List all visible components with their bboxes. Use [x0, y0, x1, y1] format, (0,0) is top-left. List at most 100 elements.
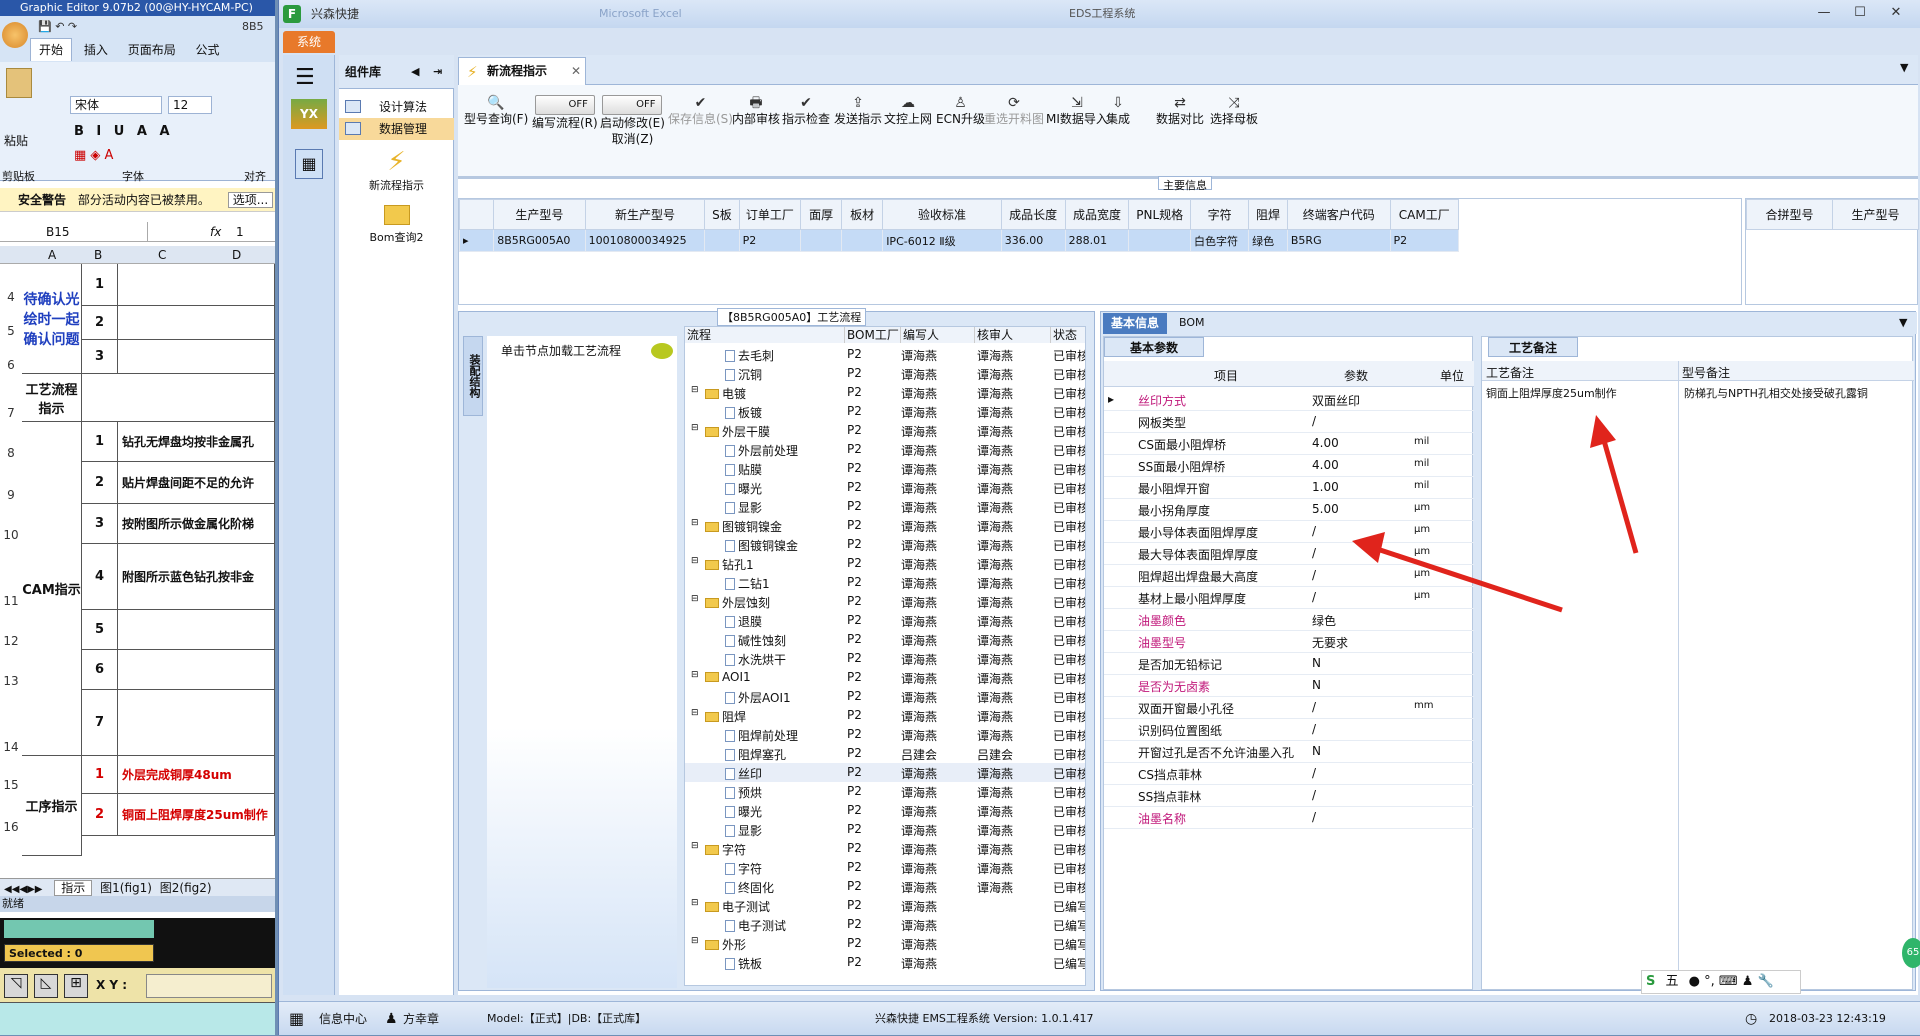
- toolbar-button[interactable]: OFF 启动修改(E) 取消(Z): [600, 95, 665, 147]
- flow-row[interactable]: 电子测试 P2 谭海燕 已编写: [685, 915, 1085, 934]
- flow-row[interactable]: 外层前处理 P2 谭海燕 谭海燕 已审核: [685, 440, 1085, 459]
- collapse-icon[interactable]: ◀: [411, 55, 419, 89]
- pin-icon[interactable]: ⇥: [433, 55, 442, 89]
- row-number[interactable]: 11: [0, 594, 22, 608]
- collapse-toggle-icon[interactable]: ⊟: [691, 385, 699, 395]
- doc-tab-new-flow[interactable]: ⚡ 新流程指示 ✕: [458, 57, 586, 85]
- flow-row[interactable]: 电子测试 ⊟ P2 谭海燕 已编写: [685, 896, 1085, 915]
- close-icon[interactable]: ✕: [1883, 4, 1909, 22]
- flow-row[interactable]: 二钻1 P2 谭海燕 谭海燕 已审核: [685, 573, 1085, 592]
- collapse-toggle-icon[interactable]: ⊟: [691, 708, 699, 718]
- param-row[interactable]: SS挡点菲林 /: [1104, 785, 1474, 807]
- flow-row[interactable]: 显影 P2 谭海燕 谭海燕 已审核: [685, 497, 1085, 516]
- row-number[interactable]: 16: [0, 820, 22, 834]
- tool-icon-2[interactable]: ◺: [34, 974, 58, 998]
- chat-bubble-icon[interactable]: [651, 343, 673, 359]
- toolbar-sublabel[interactable]: 取消(Z): [600, 131, 665, 147]
- row-number[interactable]: 9: [0, 488, 22, 502]
- sheet-cell[interactable]: 1: [82, 756, 118, 794]
- calculator-icon[interactable]: ▦: [295, 149, 323, 179]
- flow-col-header[interactable]: BOM工厂: [845, 327, 901, 343]
- flow-row[interactable]: 板镀 P2 谭海燕 谭海燕 已审核: [685, 402, 1085, 421]
- toggle-switch[interactable]: OFF: [534, 95, 595, 115]
- sheet-cell[interactable]: 外层完成铜厚48um: [118, 756, 275, 794]
- sheet-cell[interactable]: 6: [82, 650, 118, 690]
- row-number[interactable]: 4: [0, 290, 22, 304]
- flow-row[interactable]: 退膜 P2 谭海燕 谭海燕 已审核: [685, 611, 1085, 630]
- param-row[interactable]: 双面开窗最小孔径 / mm: [1104, 697, 1474, 719]
- param-row[interactable]: SS面最小阻焊桥 4.00 mil: [1104, 455, 1474, 477]
- row-number[interactable]: 12: [0, 634, 22, 648]
- param-value[interactable]: 绿色: [1312, 612, 1336, 629]
- row-number[interactable]: 8: [0, 446, 22, 460]
- grid-icon[interactable]: ▦: [289, 1002, 304, 1036]
- sheet-cell[interactable]: 3: [82, 504, 118, 544]
- flow-row[interactable]: 图镀铜镍金 ⊟ P2 谭海燕 谭海燕 已审核: [685, 516, 1085, 535]
- sheet-cell[interactable]: 2: [82, 306, 118, 340]
- new-flow-shortcut[interactable]: ⚡ 新流程指示: [339, 147, 454, 193]
- col-d[interactable]: D: [232, 248, 241, 262]
- quick-access-icons[interactable]: 💾 ↶ ↷: [38, 20, 77, 33]
- sheet-cell[interactable]: 附图所示蓝色钻孔按非金: [118, 544, 275, 610]
- param-row[interactable]: 油墨颜色 绿色: [1104, 609, 1474, 631]
- param-value[interactable]: 1.00: [1312, 480, 1339, 494]
- name-box[interactable]: B15: [0, 222, 148, 242]
- main-cell[interactable]: IPC-6012 Ⅱ级: [882, 229, 1002, 252]
- main-col-header[interactable]: 板材: [841, 199, 884, 230]
- sheet-cell[interactable]: [118, 264, 275, 306]
- main-col-header[interactable]: 订单工厂: [738, 199, 802, 230]
- tab-bom[interactable]: BOM: [1179, 316, 1205, 329]
- toolbar-button[interactable]: ♙ ECN升级: [936, 95, 985, 127]
- main-cell[interactable]: [704, 229, 740, 252]
- param-value[interactable]: /: [1312, 788, 1316, 802]
- param-value[interactable]: /: [1312, 546, 1316, 560]
- model-remark-text[interactable]: 防梯孔与NPTH孔相交处接受破孔露铜: [1684, 385, 1868, 401]
- process-remark-text[interactable]: 铜面上阻焊厚度25um制作: [1486, 385, 1617, 401]
- param-value[interactable]: N: [1312, 678, 1321, 692]
- tab-insert[interactable]: 插入: [76, 39, 116, 61]
- comp-item-data[interactable]: 数据管理: [339, 118, 454, 140]
- sheet-cell[interactable]: 工艺流程指示: [22, 374, 82, 422]
- sheet-cell[interactable]: [82, 374, 275, 422]
- collapse-toggle-icon[interactable]: ⊟: [691, 841, 699, 851]
- main-col-header[interactable]: PNL规格: [1128, 199, 1191, 230]
- flow-row[interactable]: 图镀铜镍金 P2 谭海燕 谭海燕 已审核: [685, 535, 1085, 554]
- sheet-cell[interactable]: [118, 340, 275, 374]
- menu-icon[interactable]: ☰: [295, 65, 315, 90]
- flow-row[interactable]: 外层干膜 ⊟ P2 谭海燕 谭海燕 已审核: [685, 421, 1085, 440]
- info-dropdown-icon[interactable]: ▼: [1899, 316, 1907, 329]
- col-item[interactable]: 项目: [1214, 367, 1238, 384]
- col-b[interactable]: B: [94, 248, 102, 262]
- main-cell[interactable]: 10010800034925: [584, 229, 706, 252]
- sheet-cell[interactable]: CAM指示: [22, 422, 82, 756]
- sheet-tab-1[interactable]: 指示: [54, 880, 93, 896]
- tab-home[interactable]: 开始: [30, 38, 73, 61]
- maximize-icon[interactable]: ☐: [1847, 4, 1873, 22]
- row-number[interactable]: 6: [0, 358, 22, 372]
- sheet-cell[interactable]: [118, 306, 275, 340]
- sheet-cell[interactable]: 铜面上阻焊厚度25um制作: [118, 794, 275, 836]
- tool-icon-3[interactable]: ⊞: [64, 974, 88, 998]
- param-row[interactable]: 是否为无卤素 N: [1104, 675, 1474, 697]
- main-col-header[interactable]: 面厚: [800, 199, 843, 230]
- sheet-cell[interactable]: 贴片焊盘间距不足的允许: [118, 462, 275, 504]
- sheet-cell[interactable]: 待确认光绘时一起确认问题: [22, 264, 82, 374]
- basic-params-tab[interactable]: 基本参数: [1104, 337, 1204, 357]
- toolbar-button[interactable]: ☁ 文控上网: [884, 95, 932, 127]
- row-number[interactable]: 13: [0, 674, 22, 688]
- param-value[interactable]: /: [1312, 810, 1316, 824]
- flow-row[interactable]: 碱性蚀刻 P2 谭海燕 谭海燕 已审核: [685, 630, 1085, 649]
- tab-page-layout[interactable]: 页面布局: [120, 39, 184, 61]
- param-row[interactable]: CS挡点菲林 /: [1104, 763, 1474, 785]
- main-cell[interactable]: 288.01: [1064, 229, 1130, 252]
- row-number[interactable]: 15: [0, 778, 22, 792]
- flow-row[interactable]: 丝印 P2 谭海燕 谭海燕 已审核: [685, 763, 1085, 782]
- main-cell[interactable]: 8B5RG005A0: [493, 229, 586, 252]
- main-col-header[interactable]: 成品宽度: [1064, 199, 1130, 230]
- param-row[interactable]: 油墨名称 /: [1104, 807, 1474, 829]
- col-a[interactable]: A: [48, 248, 56, 262]
- toolbar-button[interactable]: ✔ 指示检查: [782, 95, 830, 127]
- collapse-toggle-icon[interactable]: ⊟: [691, 518, 699, 528]
- col-c[interactable]: C: [158, 248, 166, 262]
- main-col-header[interactable]: S板: [704, 199, 740, 230]
